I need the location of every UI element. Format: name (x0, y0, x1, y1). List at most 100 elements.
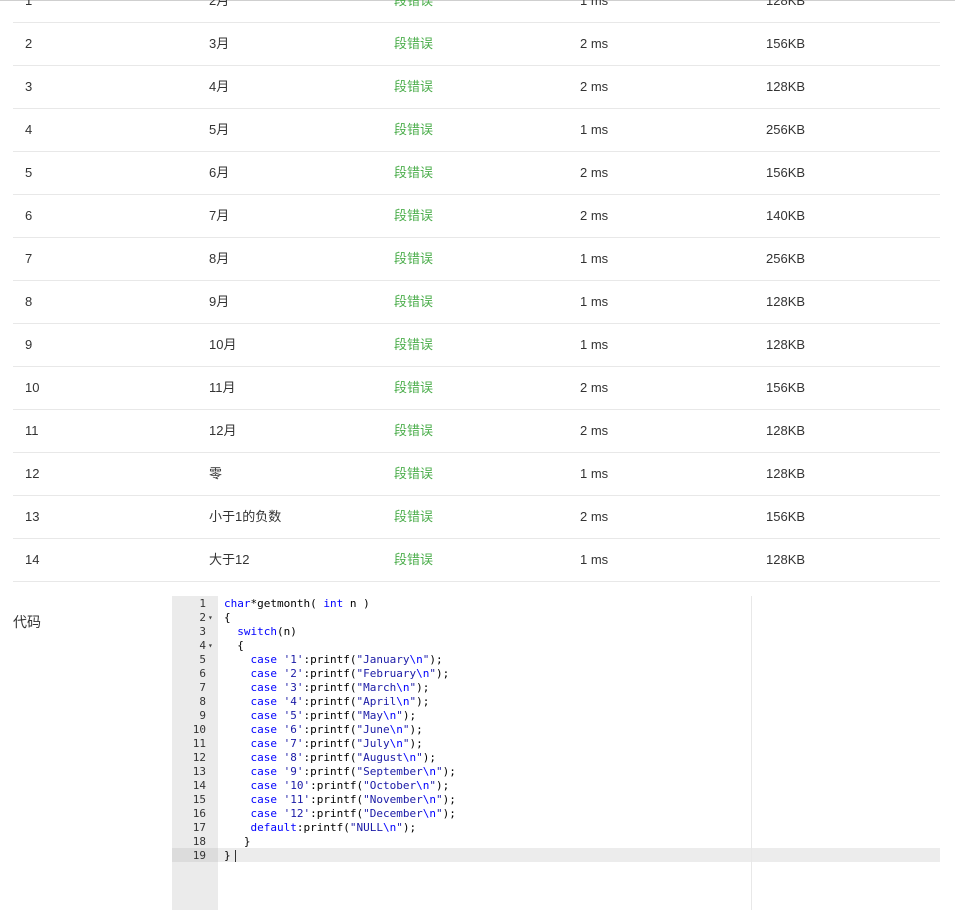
code-token: '7' (283, 737, 304, 750)
result-memory: 128KB (766, 294, 806, 309)
code-token: ); (435, 779, 450, 792)
result-time: 2 ms (580, 36, 609, 51)
fold-toggle-icon[interactable]: ▾ (208, 639, 213, 653)
code-text: case '6':printf("June\n"); (224, 723, 423, 737)
result-case-name: 10月 (209, 337, 237, 352)
result-case-name: 5月 (209, 122, 230, 137)
code-line: 12 case '8':printf("August\n"); (172, 751, 940, 765)
code-section-label: 代码 (13, 614, 41, 630)
line-number: 2 (199, 611, 206, 624)
code-token: ); (435, 667, 450, 680)
fold-toggle-icon[interactable]: ▾ (208, 611, 213, 625)
code-token: "June (356, 723, 390, 736)
result-status: 段错误 (394, 79, 434, 94)
result-status: 段错误 (394, 0, 434, 8)
result-number: 3 (25, 79, 33, 94)
code-text: char*getmonth( int n ) (224, 597, 370, 611)
line-number: 7 (199, 681, 206, 694)
line-number: 16 (192, 807, 206, 820)
result-time: 2 ms (580, 165, 609, 180)
result-number: 9 (25, 337, 33, 352)
code-line: 4 ▾ { (172, 639, 940, 653)
code-token: :printf( (303, 723, 357, 736)
result-number: 6 (25, 208, 33, 223)
result-time: 1 ms (580, 337, 609, 352)
line-number: 12 (192, 751, 206, 764)
line-number: 5 (199, 653, 206, 666)
code-token: case (250, 667, 278, 680)
result-memory: 128KB (766, 0, 806, 8)
result-case-name: 4月 (209, 79, 230, 94)
code-token: int (323, 597, 344, 610)
code-line: 8 case '4':printf("April\n"); (172, 695, 940, 709)
code-text: { (224, 611, 231, 625)
code-token: ); (409, 737, 423, 750)
result-status: 段错误 (394, 36, 434, 51)
line-number: 15 (192, 793, 206, 806)
code-line: 13 case '9':printf("September\n"); (172, 765, 940, 779)
code-token: ); (416, 681, 430, 694)
result-case-name: 6月 (209, 165, 230, 180)
code-token: case (250, 751, 278, 764)
result-time: 2 ms (580, 380, 609, 395)
code-editor[interactable]: 1 char*getmonth( int n ) 2 ▾{3 switch(n) 4 ▾ … (172, 596, 940, 910)
result-memory: 128KB (766, 552, 806, 567)
code-text: default:printf("NULL\n"); (224, 821, 417, 835)
code-token: { (224, 611, 231, 624)
result-case-name: 大于12 (209, 552, 250, 567)
code-token: ); (409, 723, 423, 736)
code-token: case (250, 723, 278, 736)
code-token: '4' (283, 695, 304, 708)
table-row: 8 9月 段错误 1 ms 128KB (13, 280, 940, 324)
result-memory: 156KB (766, 36, 806, 51)
line-number: 9 (199, 709, 206, 722)
code-token: n ) (343, 597, 370, 610)
result-status: 段错误 (394, 509, 434, 524)
code-token: "NULL (349, 821, 383, 834)
code-token: ); (442, 765, 456, 778)
result-memory: 256KB (766, 251, 806, 266)
result-number: 13 (25, 509, 40, 524)
code-line: 10 case '6':printf("June\n"); (172, 723, 940, 737)
code-line: 11 case '7':printf("July\n"); (172, 737, 940, 751)
code-line: 19} (172, 849, 940, 863)
table-row: 2 3月 段错误 2 ms 156KB (13, 22, 940, 66)
code-line: 6 case '2':printf("February\n"); (172, 667, 940, 681)
code-token: '1' (283, 653, 304, 666)
table-row: 1 2月 段错误 1 ms 128KB (13, 0, 940, 23)
code-token: \n (382, 821, 397, 834)
code-lines[interactable]: 1 char*getmonth( int n ) 2 ▾{3 switch(n) 4 ▾ … (172, 597, 940, 863)
code-token: ); (402, 821, 417, 834)
code-text: } (224, 835, 251, 849)
line-number: 19 (192, 849, 206, 862)
code-token: \n (396, 695, 410, 708)
code-token: '6' (283, 723, 304, 736)
code-token: '5' (283, 709, 304, 722)
code-token: ); (402, 709, 417, 722)
result-number: 10 (25, 380, 40, 395)
text-cursor (234, 850, 236, 862)
code-text: case '3':printf("March\n"); (224, 681, 430, 695)
code-text: case '7':printf("July\n"); (224, 737, 423, 751)
result-time: 2 ms (580, 423, 609, 438)
result-memory: 128KB (766, 79, 806, 94)
code-token: ); (422, 751, 436, 764)
result-status: 段错误 (394, 423, 434, 438)
code-token: " (435, 807, 443, 820)
code-token: ); (416, 695, 430, 708)
code-token: "December (363, 807, 423, 820)
code-token: '8' (283, 751, 304, 764)
result-case-name: 零 (209, 466, 223, 481)
